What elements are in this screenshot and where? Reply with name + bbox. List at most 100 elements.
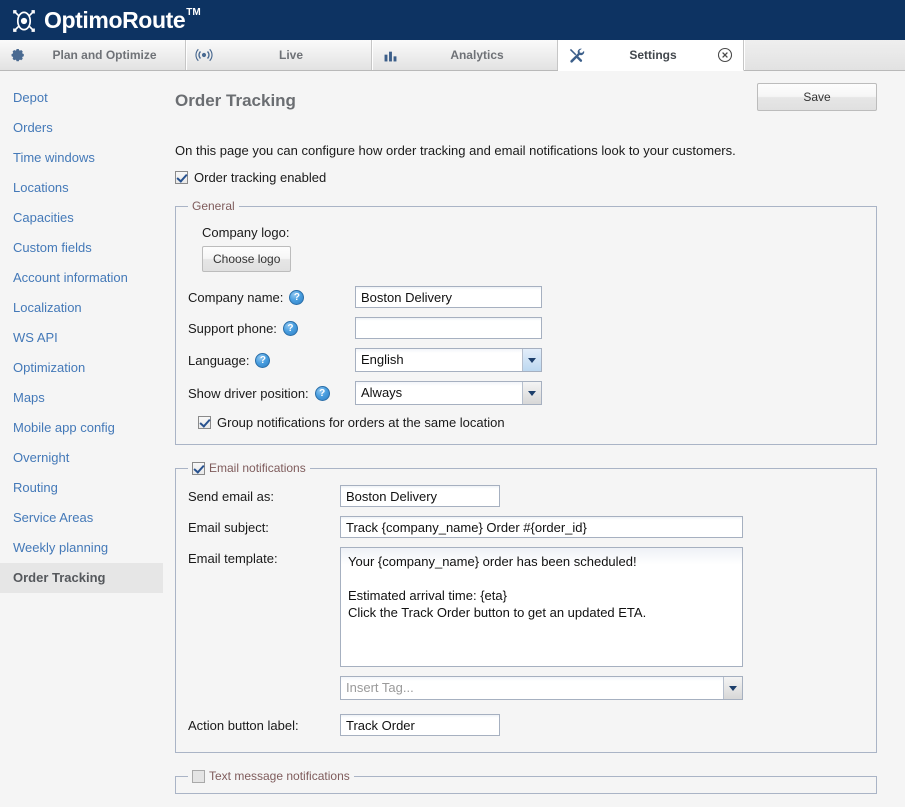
tab-live[interactable]: Live [186, 40, 372, 70]
brand-name: OptimoRoute [44, 6, 186, 33]
sms-notifications-legend-text: Text message notifications [209, 769, 350, 783]
email-subject-label: Email subject: [188, 519, 269, 535]
chevron-down-icon[interactable] [522, 349, 541, 371]
tab-analytics[interactable]: Analytics [372, 40, 558, 70]
page-header: Order Tracking Save [175, 83, 877, 111]
order-tracking-enabled-row: Order tracking enabled [175, 170, 877, 185]
company-name-label: Company name: ? [188, 289, 355, 305]
sidebar-item-service-areas[interactable]: Service Areas [0, 503, 163, 533]
help-circle-icon[interactable]: ? [255, 352, 271, 368]
email-notifications-checkbox[interactable] [192, 461, 205, 475]
sidebar-item-order-tracking[interactable]: Order Tracking [0, 563, 163, 593]
help-circle-icon[interactable]: ? [314, 385, 330, 401]
driver-position-row: Show driver position: ? Always [188, 381, 864, 405]
sidebar-item-account-information[interactable]: Account information [0, 263, 163, 293]
support-phone-label: Support phone: ? [188, 320, 355, 336]
sidebar-item-overnight[interactable]: Overnight [0, 443, 163, 473]
sidebar-item-mobile-app-config[interactable]: Mobile app config [0, 413, 163, 443]
sidebar-item-locations[interactable]: Locations [0, 173, 163, 203]
sms-notifications-fieldset: Text message notifications [175, 769, 877, 794]
driver-position-select-value: Always [361, 385, 403, 400]
sidebar-item-maps[interactable]: Maps [0, 383, 163, 413]
optimoroute-logo-icon [10, 7, 38, 35]
sidebar-item-capacities[interactable]: Capacities [0, 203, 163, 233]
tab-analytics-label: Analytics [450, 48, 504, 62]
sidebar-item-localization[interactable]: Localization [0, 293, 163, 323]
driver-position-select[interactable]: Always [355, 381, 542, 405]
email-template-label: Email template: [188, 551, 278, 566]
save-button[interactable]: Save [757, 83, 877, 111]
sidebar-item-custom-fields[interactable]: Custom fields [0, 233, 163, 263]
insert-tag-select[interactable]: Insert Tag... [340, 676, 743, 700]
order-tracking-enabled-label: Order tracking enabled [194, 170, 327, 185]
support-phone-label-text: Support phone: [188, 320, 277, 336]
general-fieldset: General Company logo: Choose logo Compan… [175, 199, 877, 445]
sidebar-item-orders[interactable]: Orders [0, 113, 163, 143]
sidebar-item-ws-api[interactable]: WS API [0, 323, 163, 353]
email-subject-row: Email subject: [188, 516, 864, 538]
tab-settings[interactable]: Settings [558, 40, 744, 71]
send-email-as-label: Send email as: [188, 488, 274, 504]
action-button-label: Action button label: [188, 717, 299, 733]
choose-logo-button[interactable]: Choose logo [202, 246, 292, 272]
support-phone-input[interactable] [355, 317, 542, 339]
insert-tag-placeholder: Insert Tag... [346, 680, 414, 695]
general-legend-text: General [192, 199, 235, 213]
gear-icon [6, 45, 28, 65]
driver-position-label: Show driver position: ? [188, 385, 355, 401]
language-row: Language: ? English [188, 348, 864, 372]
email-template-textarea[interactable]: Your {company_name} order has been sched… [340, 547, 743, 667]
language-select[interactable]: English [355, 348, 542, 372]
email-template-row: Email template: Your {company_name} orde… [188, 547, 864, 667]
tab-bar-filler [744, 40, 905, 70]
driver-position-label-text: Show driver position: [188, 385, 309, 401]
bar-chart-icon [379, 45, 401, 65]
group-notifications-label: Group notifications for orders at the sa… [217, 415, 505, 430]
tab-settings-label: Settings [629, 48, 677, 62]
send-email-as-row: Send email as: [188, 485, 864, 507]
email-notifications-legend: Email notifications [188, 461, 310, 475]
main-tab-bar: Plan and Optimize Live Analytics Setting… [0, 40, 905, 71]
broadcast-icon [193, 45, 215, 65]
email-subject-input[interactable] [340, 516, 743, 538]
order-tracking-enabled-checkbox[interactable] [175, 171, 188, 184]
settings-sidebar: Depot Orders Time windows Locations Capa… [0, 71, 163, 807]
sidebar-item-optimization[interactable]: Optimization [0, 353, 163, 383]
company-name-row: Company name: ? [188, 286, 864, 308]
company-name-input[interactable] [355, 286, 542, 308]
group-notifications-checkbox[interactable] [198, 416, 211, 429]
company-logo-label: Company logo: [202, 225, 290, 240]
tab-live-label: Live [278, 48, 303, 62]
help-circle-icon[interactable]: ? [282, 320, 298, 336]
sidebar-item-routing[interactable]: Routing [0, 473, 163, 503]
group-notifications-row: Group notifications for orders at the sa… [198, 415, 864, 430]
tools-icon [565, 45, 587, 65]
tab-plan-and-optimize[interactable]: Plan and Optimize [0, 40, 186, 70]
action-button-label-row: Action button label: [188, 714, 864, 736]
brand-logo[interactable]: OptimoRoute TM [10, 6, 201, 35]
page-body: Depot Orders Time windows Locations Capa… [0, 71, 905, 807]
page-title: Order Tracking [175, 91, 296, 110]
sms-notifications-checkbox[interactable] [192, 769, 205, 783]
email-notifications-fieldset: Email notifications Send email as: Email… [175, 461, 877, 753]
action-button-label-input[interactable] [340, 714, 500, 736]
general-legend: General [188, 199, 239, 213]
sidebar-item-time-windows[interactable]: Time windows [0, 143, 163, 173]
chevron-down-icon[interactable] [522, 382, 541, 404]
chevron-down-icon[interactable] [723, 677, 742, 699]
language-select-value: English [361, 352, 404, 367]
sidebar-item-weekly-planning[interactable]: Weekly planning [0, 533, 163, 563]
tab-plan-label: Plan and Optimize [52, 48, 157, 62]
support-phone-row: Support phone: ? [188, 317, 864, 339]
settings-content: Order Tracking Save On this page you can… [163, 71, 905, 807]
insert-tag-row: Insert Tag... [188, 676, 864, 700]
email-notifications-legend-text: Email notifications [209, 461, 306, 475]
company-name-label-text: Company name: [188, 289, 284, 305]
sms-notifications-legend: Text message notifications [188, 769, 354, 783]
send-email-as-input[interactable] [340, 485, 500, 507]
language-label: Language: ? [188, 352, 355, 368]
help-circle-icon[interactable]: ? [289, 289, 305, 305]
close-circle-icon[interactable] [717, 47, 733, 63]
sidebar-item-depot[interactable]: Depot [0, 83, 163, 113]
page-description: On this page you can configure how order… [175, 143, 736, 158]
